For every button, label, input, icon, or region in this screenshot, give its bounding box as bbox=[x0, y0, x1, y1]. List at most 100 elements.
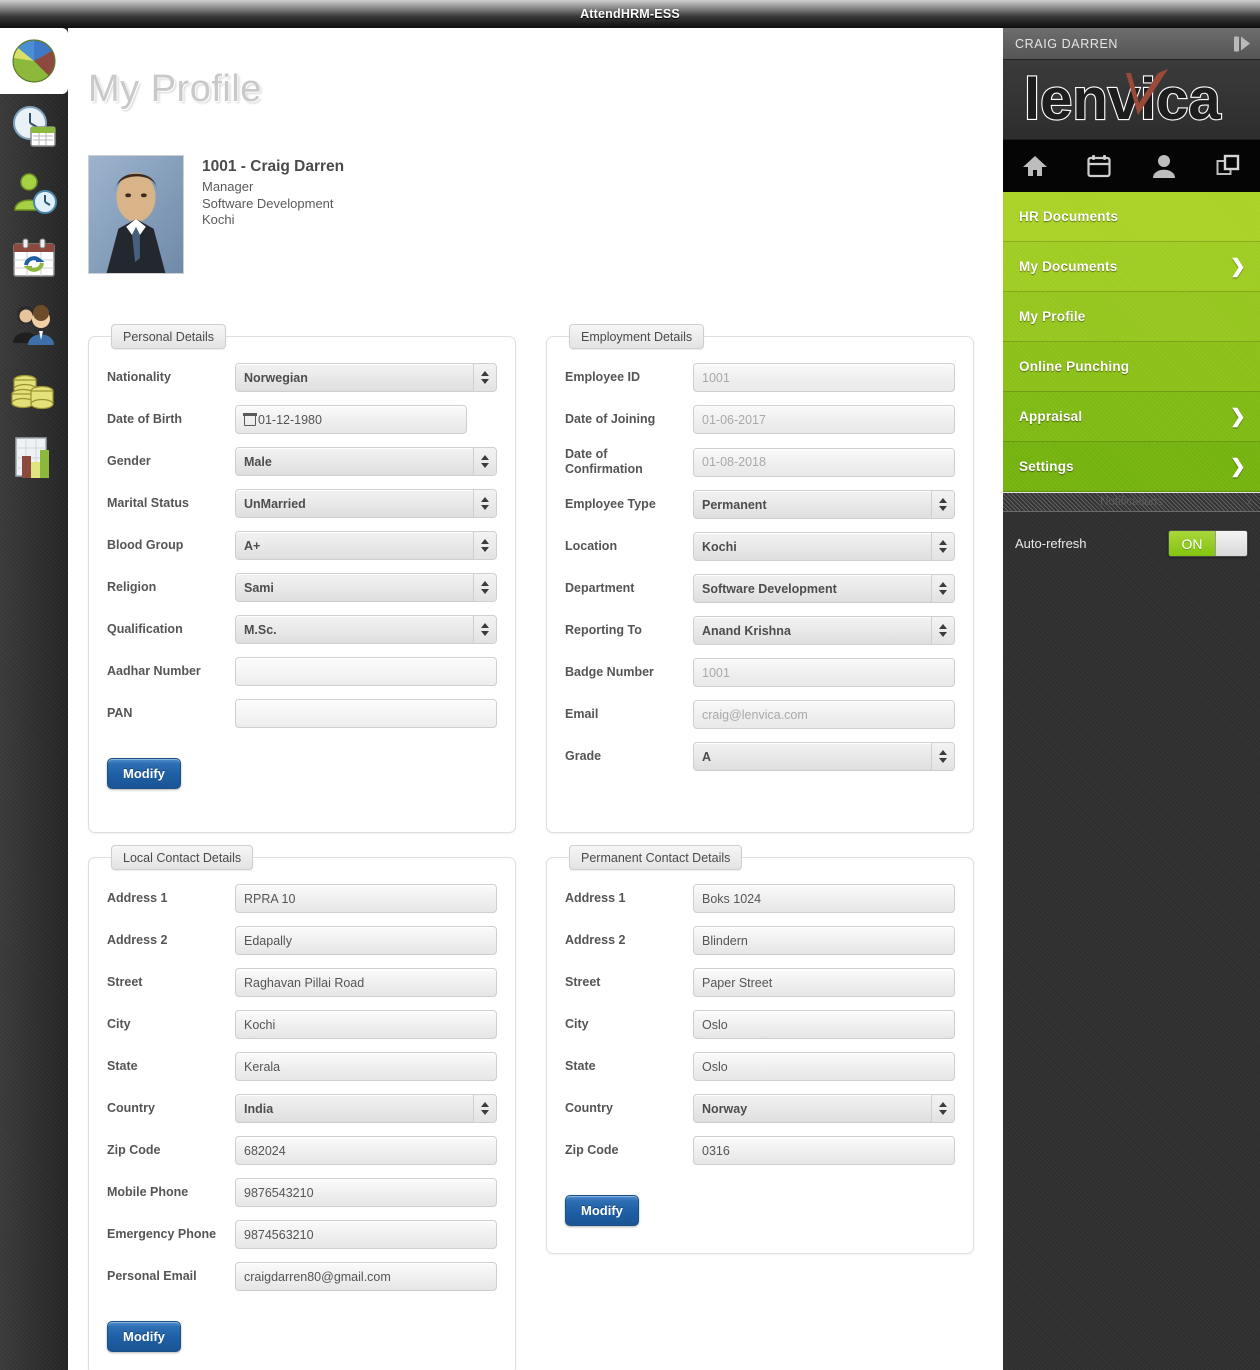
spinner-arrows-icon[interactable] bbox=[931, 743, 954, 770]
nav-item-my-profile[interactable]: My Profile bbox=[1003, 292, 1260, 342]
nav-item-online-punching[interactable]: Online Punching bbox=[1003, 342, 1260, 392]
field-value: M.Sc. bbox=[244, 622, 277, 637]
rail-item-employees[interactable] bbox=[0, 292, 68, 358]
quick-nav-icons bbox=[1003, 140, 1260, 192]
field-list: Employee ID 1001 Date of Joining 01-06-2017… bbox=[547, 337, 973, 798]
spinner-arrows-icon[interactable] bbox=[931, 617, 954, 644]
field-value: 1001 bbox=[702, 370, 730, 385]
field-label: Mobile Phone bbox=[107, 1185, 189, 1199]
field-value: Male bbox=[244, 454, 272, 469]
spinner-arrows-icon[interactable] bbox=[473, 364, 496, 391]
person-icon[interactable] bbox=[1132, 154, 1196, 178]
auto-refresh-label: Auto-refresh bbox=[1015, 536, 1087, 551]
field-value: 0316 bbox=[702, 1143, 730, 1158]
text-input-badge-number[interactable]: 1001 bbox=[693, 658, 955, 687]
spinner-arrows-icon[interactable] bbox=[473, 616, 496, 643]
text-input-zip-code[interactable]: 682024 bbox=[235, 1136, 497, 1165]
text-input-email[interactable]: craig@lenvica.com bbox=[693, 700, 955, 729]
rail-item-payroll[interactable] bbox=[0, 358, 68, 424]
field-label: Location bbox=[565, 539, 618, 553]
text-input-pan[interactable] bbox=[235, 699, 497, 728]
spinner-arrows-icon[interactable] bbox=[473, 448, 496, 475]
select-country[interactable]: Norway bbox=[693, 1094, 955, 1123]
select-grade[interactable]: A bbox=[693, 742, 955, 771]
form-row: Blood Group A+ bbox=[107, 531, 497, 560]
avatar bbox=[88, 155, 184, 274]
select-gender[interactable]: Male bbox=[235, 447, 497, 476]
field-value: RPRA 10 bbox=[244, 891, 296, 906]
rail-item-reports[interactable] bbox=[0, 424, 68, 490]
text-input-city[interactable]: Kochi bbox=[235, 1010, 497, 1039]
select-qualification[interactable]: M.Sc. bbox=[235, 615, 497, 644]
select-religion[interactable]: Sami bbox=[235, 573, 497, 602]
spinner-arrows-icon[interactable] bbox=[473, 490, 496, 517]
modify-button-permanent-contact[interactable]: Modify bbox=[565, 1195, 639, 1226]
text-input-street[interactable]: Raghavan Pillai Road bbox=[235, 968, 497, 997]
spinner-arrows-icon[interactable] bbox=[931, 533, 954, 560]
calendar-sync-icon bbox=[9, 234, 59, 284]
home-icon[interactable] bbox=[1003, 154, 1067, 178]
field-value: Kerala bbox=[244, 1059, 281, 1074]
text-input-employee-id[interactable]: 1001 bbox=[693, 363, 955, 392]
rail-item-time-attendance[interactable] bbox=[0, 94, 68, 160]
field-value: Norway bbox=[702, 1101, 748, 1116]
text-input-date-of-joining[interactable]: 01-06-2017 bbox=[693, 405, 955, 434]
windows-copy-icon[interactable] bbox=[1196, 154, 1260, 178]
spinner-arrows-icon[interactable] bbox=[473, 1095, 496, 1122]
select-nationality[interactable]: Norwegian bbox=[235, 363, 497, 392]
nav-item-appraisal[interactable]: Appraisal ❯ bbox=[1003, 392, 1260, 442]
text-input-mobile-phone[interactable]: 9876543210 bbox=[235, 1178, 497, 1207]
select-country[interactable]: India bbox=[235, 1094, 497, 1123]
text-input-address-2[interactable]: Blindern bbox=[693, 926, 955, 955]
select-blood-group[interactable]: A+ bbox=[235, 531, 497, 560]
form-row: Aadhar Number bbox=[107, 657, 497, 686]
modify-button-personal[interactable]: Modify bbox=[107, 758, 181, 789]
text-input-emergency-phone[interactable]: 9874563210 bbox=[235, 1220, 497, 1249]
text-input-address-1[interactable]: Boks 1024 bbox=[693, 884, 955, 913]
text-input-address-2[interactable]: Edapally bbox=[235, 926, 497, 955]
field-list: Address 1 RPRA 10 Address 2 Edapally Street R… bbox=[89, 858, 515, 1318]
rail-item-dashboard[interactable] bbox=[0, 28, 68, 94]
spinner-arrows-icon[interactable] bbox=[473, 574, 496, 601]
auto-refresh-toggle[interactable]: ON bbox=[1168, 530, 1248, 557]
field-label: Country bbox=[107, 1101, 155, 1115]
field-label: Gender bbox=[107, 454, 151, 468]
field-value: craigdarren80@gmail.com bbox=[244, 1269, 391, 1284]
text-input-zip-code[interactable]: 0316 bbox=[693, 1136, 955, 1165]
text-input-city[interactable]: Oslo bbox=[693, 1010, 955, 1039]
field-label: Religion bbox=[107, 580, 157, 594]
text-input-address-1[interactable]: RPRA 10 bbox=[235, 884, 497, 913]
field-label: Grade bbox=[565, 749, 602, 763]
nav-item-hr-documents[interactable]: HR Documents bbox=[1003, 192, 1260, 242]
rail-item-employee-time[interactable] bbox=[0, 160, 68, 226]
field-value: India bbox=[244, 1101, 274, 1116]
close-icon[interactable]: x bbox=[1247, 496, 1253, 508]
field-value: Norwegian bbox=[244, 370, 308, 385]
spinner-arrows-icon[interactable] bbox=[931, 1095, 954, 1122]
field-label: Date of Confirmation bbox=[565, 447, 643, 476]
select-employee-type[interactable]: Permanent bbox=[693, 490, 955, 519]
select-marital-status[interactable]: UnMarried bbox=[235, 489, 497, 518]
text-input-state[interactable]: Kerala bbox=[235, 1052, 497, 1081]
calendar-icon[interactable] bbox=[1067, 154, 1131, 178]
modify-button-local-contact[interactable]: Modify bbox=[107, 1321, 181, 1352]
text-input-date-of-confirmation[interactable]: 01-08-2018 bbox=[693, 447, 955, 477]
text-input-street[interactable]: Paper Street bbox=[693, 968, 955, 997]
rail-item-leave[interactable] bbox=[0, 226, 68, 292]
current-user-label: CRAIG DARREN bbox=[1015, 36, 1119, 51]
text-input-personal-email[interactable]: craigdarren80@gmail.com bbox=[235, 1262, 497, 1291]
collapse-panel-icon[interactable] bbox=[1234, 36, 1250, 51]
text-input-state[interactable]: Oslo bbox=[693, 1052, 955, 1081]
nav-item-my-documents[interactable]: My Documents ❯ bbox=[1003, 242, 1260, 292]
spinner-arrows-icon[interactable] bbox=[473, 532, 496, 559]
nav-item-settings[interactable]: Settings ❯ bbox=[1003, 442, 1260, 492]
spinner-arrows-icon[interactable] bbox=[931, 575, 954, 602]
select-department[interactable]: Software Development bbox=[693, 574, 955, 603]
select-reporting-to[interactable]: Anand Krishna bbox=[693, 616, 955, 645]
text-input-aadhar-number[interactable] bbox=[235, 657, 497, 686]
page-title: My Profile bbox=[88, 68, 262, 110]
nav-item-label: Online Punching bbox=[1019, 359, 1130, 374]
select-location[interactable]: Kochi bbox=[693, 532, 955, 561]
date-input-date-of-birth[interactable]: 01-12-1980 bbox=[235, 405, 467, 434]
spinner-arrows-icon[interactable] bbox=[931, 491, 954, 518]
